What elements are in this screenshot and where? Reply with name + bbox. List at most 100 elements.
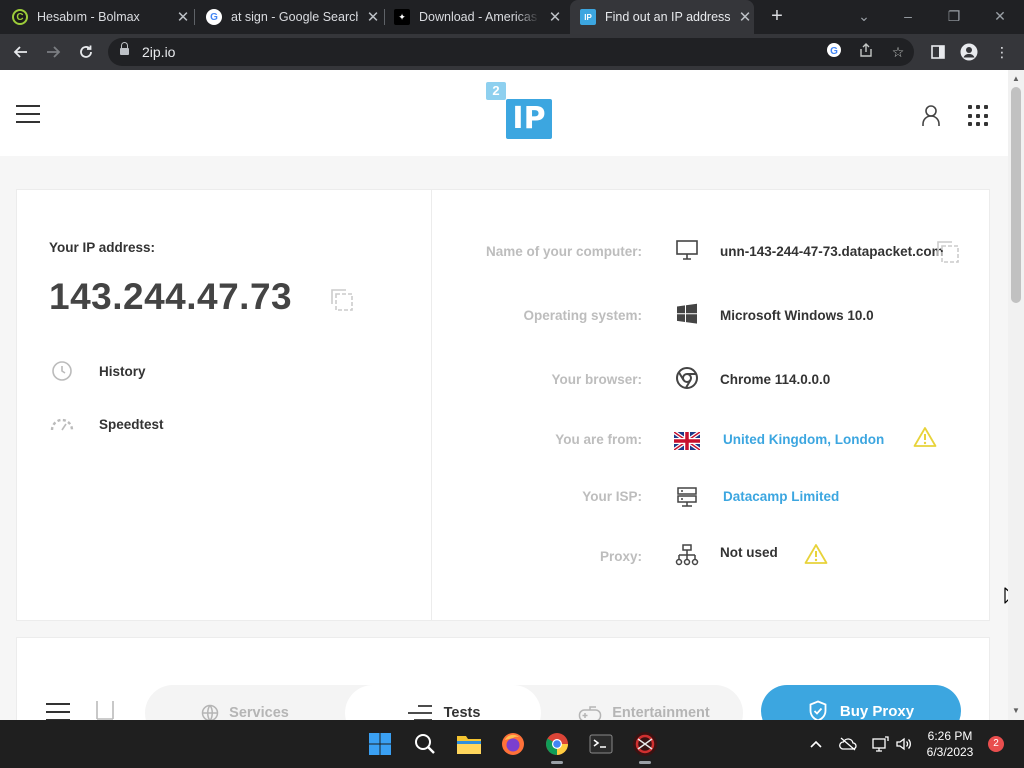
copy-ip-icon[interactable] — [327, 285, 355, 313]
close-tab-icon[interactable]: ✕ — [546, 8, 564, 26]
tab-entertainment[interactable]: Entertainment — [545, 685, 743, 720]
volume-icon[interactable] — [894, 734, 914, 754]
search-icon[interactable] — [409, 728, 441, 760]
tab-separator — [194, 9, 195, 25]
user-account-icon[interactable] — [918, 102, 944, 128]
browser-menu-icon[interactable]: ⋮ — [990, 40, 1014, 64]
restore-button[interactable]: ❐ — [936, 4, 972, 28]
file-explorer-icon[interactable] — [453, 728, 485, 760]
tab-find-ip[interactable]: IP Find out an IP address ✕ — [570, 0, 754, 34]
section-nav-card: Services Tests Entertainment Buy Proxy — [16, 637, 990, 720]
speedtest-link[interactable]: Speedtest — [49, 411, 164, 437]
list-menu-icon[interactable] — [46, 703, 70, 720]
chrome-taskbar-icon[interactable] — [541, 728, 573, 764]
page-scrollbar[interactable]: ▲ ▼ — [1008, 70, 1024, 720]
copy-hostname-icon[interactable] — [933, 237, 961, 265]
proxy-value: Not used — [720, 545, 778, 560]
close-tab-icon[interactable]: ✕ — [364, 8, 382, 26]
globe-icon — [201, 704, 219, 720]
google-icon: G — [206, 9, 222, 25]
os-label: Operating system: — [523, 308, 642, 323]
tab-separator — [384, 9, 385, 25]
app-icon[interactable] — [629, 728, 661, 764]
bolmax-icon: C — [12, 9, 28, 25]
lock-icon[interactable] — [120, 42, 129, 56]
cloud-offline-icon[interactable] — [838, 734, 858, 754]
proxy-label: Proxy: — [599, 549, 642, 564]
category-tabs: Services Tests Entertainment — [145, 685, 743, 720]
side-panel-icon[interactable] — [926, 40, 950, 64]
gamepad-icon — [578, 704, 602, 720]
isp-label: Your ISP: — [582, 489, 642, 504]
clock-time: 6:26 PM — [927, 729, 973, 743]
computer-name-value: unn-143-244-47-73.datapacket.com — [720, 244, 944, 259]
browser-toolbar: 2ip.io G ☆ ⋮ — [0, 34, 1024, 70]
shield-icon — [808, 700, 828, 720]
tab-download[interactable]: ✦ Download - Americas Cardroom ✕ — [394, 0, 564, 34]
reload-icon — [80, 45, 92, 58]
menu-icon[interactable] — [16, 105, 40, 123]
speedometer-icon — [49, 411, 75, 437]
browser-tab-strip: C Hesabım - Bolmax ✕ G at sign - Google … — [0, 0, 1024, 34]
ip-info-card: Your IP address: 143.244.47.73 History S… — [16, 189, 990, 621]
system-clock[interactable]: 6:26 PM 6/3/2023 — [918, 728, 982, 760]
network-icon — [674, 542, 700, 568]
proxy-warning-icon[interactable] — [804, 543, 828, 565]
uk-flag-icon — [674, 428, 700, 454]
svg-text:G: G — [830, 46, 838, 57]
close-tab-icon[interactable]: ✕ — [736, 8, 754, 26]
bookmark-star-icon[interactable]: ☆ — [888, 42, 908, 62]
firefox-icon[interactable] — [497, 728, 529, 760]
windows-taskbar: 6:26 PM 6/3/2023 2 — [0, 720, 1024, 768]
address-bar[interactable]: 2ip.io G ☆ — [108, 38, 914, 66]
computer-name-label: Name of your computer: — [485, 244, 642, 259]
os-value: Microsoft Windows 10.0 — [720, 308, 874, 323]
tray-overflow-icon[interactable] — [806, 734, 826, 754]
location-label: You are from: — [555, 432, 642, 447]
history-link[interactable]: History — [49, 358, 146, 384]
close-tab-icon[interactable]: ✕ — [174, 8, 192, 26]
ip-address-value[interactable]: 143.244.47.73 — [49, 276, 292, 318]
scroll-down-icon[interactable]: ▼ — [1008, 704, 1024, 718]
scrollbar-thumb[interactable] — [1011, 87, 1021, 303]
2ip-icon: IP — [580, 9, 596, 25]
tab-google-search[interactable]: G at sign - Google Search ✕ — [206, 0, 382, 34]
tab-bolmax[interactable]: C Hesabım - Bolmax ✕ — [12, 0, 192, 34]
new-tab-button[interactable]: + — [767, 6, 787, 28]
share-icon[interactable] — [856, 42, 876, 62]
reload-button[interactable] — [73, 39, 99, 65]
close-window-button[interactable]: ✕ — [982, 4, 1018, 28]
google-lens-icon[interactable]: G — [824, 42, 844, 62]
tab-tests[interactable]: Tests — [345, 685, 541, 720]
network-tray-icon[interactable] — [870, 734, 890, 754]
ip-address-title: Your IP address: — [49, 240, 156, 255]
forward-arrow-icon — [47, 46, 61, 58]
history-icon — [49, 358, 75, 384]
forward-button[interactable] — [40, 39, 66, 65]
minimize-button[interactable]: – — [890, 4, 926, 28]
back-button[interactable] — [8, 39, 34, 65]
scroll-up-icon[interactable]: ▲ — [1008, 72, 1024, 86]
browser-value: Chrome 114.0.0.0 — [720, 372, 831, 387]
monitor-icon — [674, 237, 700, 263]
windows-start-icon[interactable] — [364, 728, 396, 760]
location-warning-icon[interactable] — [913, 426, 937, 448]
site-header: 2 IP — [0, 70, 1008, 156]
profile-icon[interactable] — [957, 40, 981, 64]
windows-icon — [674, 301, 700, 327]
buy-proxy-button[interactable]: Buy Proxy — [761, 685, 961, 720]
isp-link[interactable]: Datacamp Limited — [723, 489, 839, 504]
terminal-icon[interactable] — [585, 728, 617, 760]
filter-lines-icon — [406, 704, 434, 720]
clock-date: 6/3/2023 — [926, 745, 974, 759]
tab-search-icon[interactable]: ⌄ — [846, 4, 882, 28]
url-text[interactable]: 2ip.io — [142, 44, 175, 60]
back-arrow-icon — [13, 46, 27, 58]
columns-icon[interactable] — [95, 701, 115, 720]
2ip-logo[interactable]: 2 IP — [486, 82, 552, 140]
browser-label: Your browser: — [551, 372, 642, 387]
location-link[interactable]: United Kingdom, London — [723, 432, 884, 447]
apps-grid-icon[interactable] — [968, 105, 990, 127]
notification-badge[interactable]: 2 — [988, 736, 1004, 752]
tab-services[interactable]: Services — [145, 685, 345, 720]
